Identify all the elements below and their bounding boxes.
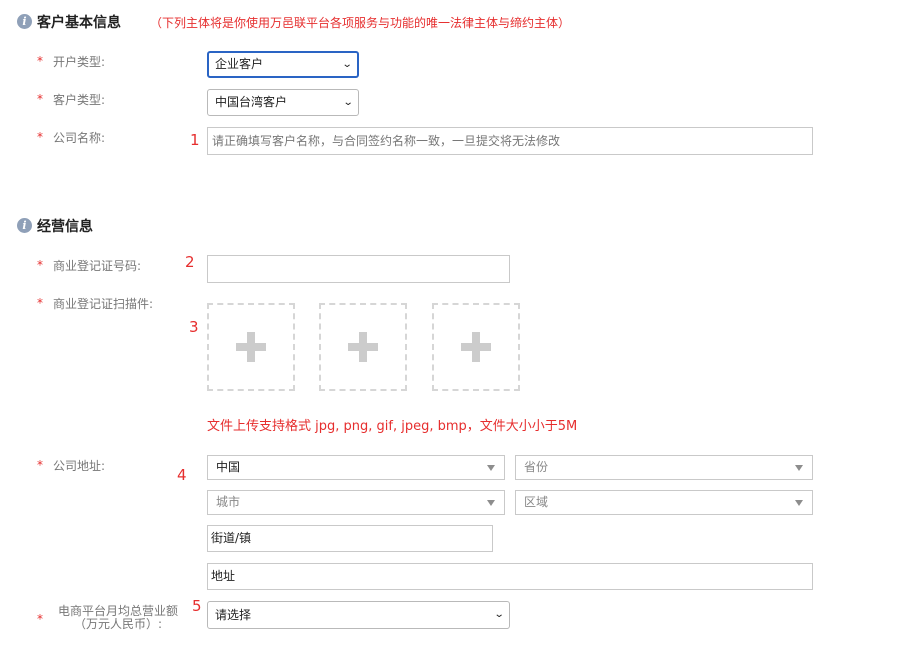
account-type-value: 企业客户 <box>215 57 264 71</box>
revenue-label: 电商平台月均总营业额 （万元人民币）: <box>57 604 178 631</box>
marker-5: 5 <box>192 597 202 615</box>
upload-slot-1[interactable] <box>207 303 295 391</box>
section-title-business: 经营信息 <box>37 219 93 235</box>
city-value: 城市 <box>216 495 241 509</box>
account-type-select[interactable]: 企业客户 ⌄ <box>207 51 359 78</box>
caret-down-icon <box>487 465 495 471</box>
country-dropdown[interactable]: 中国 <box>207 455 505 480</box>
marker-3: 3 <box>189 318 199 336</box>
chevron-down-icon: ⌄ <box>342 97 354 108</box>
required-mark: * <box>37 130 43 144</box>
required-mark: * <box>37 258 43 272</box>
caret-down-icon <box>795 500 803 506</box>
province-value: 省份 <box>524 460 549 474</box>
required-mark: * <box>37 296 43 310</box>
province-dropdown[interactable]: 省份 <box>515 455 813 480</box>
city-dropdown[interactable]: 城市 <box>207 490 505 515</box>
district-dropdown[interactable]: 区域 <box>515 490 813 515</box>
section-title-customer: 客户基本信息 <box>37 15 121 31</box>
upload-slot-2[interactable] <box>319 303 407 391</box>
account-type-label: 开户类型: <box>53 55 106 69</box>
revenue-select[interactable]: 请选择 ⌄ <box>207 601 510 629</box>
address-label: 公司地址: <box>53 459 106 473</box>
country-value: 中国 <box>216 460 241 474</box>
info-icon: i <box>17 14 32 29</box>
section-note: （下列主体将是你使用万邑联平台各项服务与功能的唯一法律主体与缔约主体） <box>150 16 571 30</box>
upload-slot-3[interactable] <box>432 303 520 391</box>
company-name-input[interactable]: 请正确填写客户名称，与合同签约名称一致，一旦提交将无法修改 <box>207 127 813 155</box>
chevron-down-icon: ⌄ <box>341 59 353 70</box>
required-mark: * <box>37 458 43 472</box>
marker-2: 2 <box>185 253 195 271</box>
caret-down-icon <box>795 465 803 471</box>
revenue-value: 请选择 <box>215 608 252 622</box>
required-mark: * <box>37 612 43 626</box>
caret-down-icon <box>487 500 495 506</box>
address-detail-input[interactable]: 地址 <box>207 563 813 590</box>
company-name-placeholder: 请正确填写客户名称，与合同签约名称一致，一旦提交将无法修改 <box>212 134 561 148</box>
street-value: 街道/镇 <box>211 531 252 545</box>
required-mark: * <box>37 92 43 106</box>
customer-type-label: 客户类型: <box>53 93 106 107</box>
street-input[interactable]: 街道/镇 <box>207 525 493 552</box>
customer-type-select[interactable]: 中国台湾客户 ⌄ <box>207 89 359 116</box>
address-detail-value: 地址 <box>211 569 236 583</box>
required-mark: * <box>37 54 43 68</box>
upload-format-note: 文件上传支持格式 jpg, png, gif, jpeg, bmp，文件大小小于… <box>207 419 578 434</box>
chevron-down-icon: ⌄ <box>493 609 505 620</box>
reg-number-input[interactable] <box>207 255 510 283</box>
marker-1: 1 <box>190 131 200 149</box>
company-name-label: 公司名称: <box>53 131 106 145</box>
info-icon: i <box>17 218 32 233</box>
reg-scan-label: 商业登记证扫描件: <box>53 297 154 311</box>
marker-4: 4 <box>177 466 187 484</box>
customer-type-value: 中国台湾客户 <box>215 95 288 109</box>
reg-number-label: 商业登记证号码: <box>53 259 142 273</box>
district-value: 区域 <box>524 495 549 509</box>
